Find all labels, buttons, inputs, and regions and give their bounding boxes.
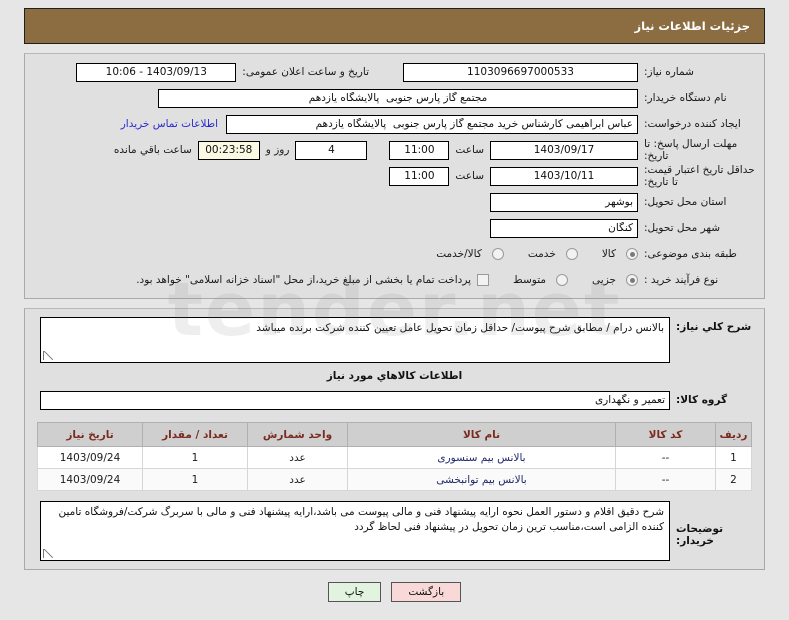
col-unit: واحد شمارش xyxy=(247,422,348,447)
row-price-validity: حداقل تاریخ اعتبار قیمت: تا تاریخ: ساعت xyxy=(33,164,756,188)
delivery-city-input[interactable] xyxy=(490,218,638,238)
radio-icon[interactable] xyxy=(626,248,638,260)
radio-purchase-jozi[interactable]: جزیی xyxy=(586,274,638,286)
countdown-label: ساعت باقي مانده xyxy=(113,144,192,156)
countdown-input[interactable] xyxy=(197,140,260,160)
buyer-notes-label: توضیحات خریدار: xyxy=(676,523,724,547)
cell-name: بالانس بیم سنسوری xyxy=(347,446,616,469)
table-header-row: ردیف کد کالا نام کالا واحد شمارش تعداد /… xyxy=(37,422,752,447)
cell-code: -- xyxy=(615,468,716,491)
response-deadline-date-input[interactable] xyxy=(490,140,638,160)
page-title-bar: جزئیات اطلاعات نیاز xyxy=(24,8,765,44)
response-deadline-time-input[interactable] xyxy=(389,140,450,160)
back-button[interactable]: بازگشت xyxy=(391,582,462,602)
buyer-notes-textarea[interactable]: شرح دقیق اقلام و دستور العمل نحوه ارایه … xyxy=(40,501,670,561)
radio-icon[interactable] xyxy=(565,248,578,260)
delivery-city-label: شهر محل تحویل: xyxy=(644,222,720,234)
radio-subject-khedmat[interactable]: خدمت xyxy=(522,248,578,260)
col-qty: تعداد / مقدار xyxy=(142,422,248,447)
table-row: 2 -- بالانس بیم توانبخشی عدد 1 1403/09/2… xyxy=(37,468,752,491)
buyer-org-label: نام دستگاه خریدار: xyxy=(644,92,727,104)
radio-icon[interactable] xyxy=(556,274,569,286)
radio-purchase-motevaset[interactable]: متوسط xyxy=(507,274,569,286)
subject-category-label: طبقه بندی موضوعی: xyxy=(644,248,737,260)
radio-icon[interactable] xyxy=(491,248,504,260)
radio-label: جزیی xyxy=(592,274,616,286)
delivery-province-input[interactable] xyxy=(490,192,638,212)
price-validity-date-input[interactable] xyxy=(490,166,638,186)
subject-category-radio-group: کالا خدمت کالا/خدمت xyxy=(412,248,638,260)
treasury-checkbox[interactable] xyxy=(477,274,490,286)
row-buyer-notes: توضیحات خریدار: شرح دقیق اقلام و دستور ا… xyxy=(33,501,756,561)
cell-unit: عدد xyxy=(247,446,348,469)
cell-index: 2 xyxy=(715,468,752,491)
goods-table-wrapper: ردیف کد کالا نام کالا واحد شمارش تعداد /… xyxy=(33,422,756,491)
price-validity-time-label: ساعت xyxy=(455,170,484,182)
radio-label: خدمت xyxy=(527,248,556,260)
row-subject-category: طبقه بندی موضوعی: کالا خدمت کالا/خدمت xyxy=(33,242,756,266)
print-button[interactable]: چاپ xyxy=(327,582,382,602)
need-number-input[interactable] xyxy=(403,62,638,82)
radio-subject-kala[interactable]: کالا xyxy=(596,248,638,260)
radio-label: کالا/خدمت xyxy=(436,248,482,260)
row-response-deadline: مهلت ارسال پاسخ: تا تاریخ: ساعت روز و سا… xyxy=(33,138,756,162)
col-index: ردیف xyxy=(715,422,752,447)
goods-table: ردیف کد کالا نام کالا واحد شمارش تعداد /… xyxy=(37,422,752,491)
page-root: tender.net جزئیات اطلاعات نیاز شماره نیا… xyxy=(0,0,789,620)
table-row: 1 -- بالانس بیم سنسوری عدد 1 1403/09/24 xyxy=(37,446,752,469)
row-purchase-type: نوع فرآیند خرید : جزیی متوسط پرداخت تمام… xyxy=(33,268,756,292)
goods-group-label: گروه کالا: xyxy=(676,394,728,406)
page-title: جزئیات اطلاعات نیاز xyxy=(634,19,750,33)
need-info-panel: شماره نیاز: تاریخ و ساعت اعلان عمومی: نا… xyxy=(24,53,765,299)
buyer-org-input[interactable] xyxy=(158,88,638,108)
cell-unit: عدد xyxy=(247,468,348,491)
row-general-need: شرح كلي نياز: بالانس درام / مطابق شرح پی… xyxy=(33,317,756,363)
cell-qty: 1 xyxy=(142,468,248,491)
purchase-type-radio-group: جزیی متوسط xyxy=(489,274,638,286)
radio-label: متوسط xyxy=(513,274,547,286)
buyer-contact-link[interactable]: اطلاعات تماس خریدار xyxy=(113,118,226,130)
goods-group-input[interactable] xyxy=(40,390,670,410)
col-code: کد کالا xyxy=(615,422,716,447)
treasury-checkbox-label: پرداخت تمام یا بخشی از مبلغ خرید،از محل … xyxy=(136,274,472,286)
general-need-label: شرح كلي نياز: xyxy=(676,321,752,333)
row-delivery-province: استان محل تحویل: xyxy=(33,190,756,214)
cell-index: 1 xyxy=(715,446,752,469)
cell-qty: 1 xyxy=(142,446,248,469)
delivery-province-label: استان محل تحویل: xyxy=(644,196,727,208)
col-name: نام کالا xyxy=(347,422,616,447)
footer-button-bar: بازگشت چاپ xyxy=(0,582,789,602)
price-validity-label: حداقل تاریخ اعتبار قیمت: تا تاریخ: xyxy=(644,164,755,188)
requester-input[interactable] xyxy=(226,114,638,134)
row-need-number: شماره نیاز: تاریخ و ساعت اعلان عمومی: xyxy=(33,60,756,84)
row-buyer-org: نام دستگاه خریدار: xyxy=(33,86,756,110)
requester-label: ایجاد کننده درخواست: xyxy=(644,118,741,130)
response-deadline-label: مهلت ارسال پاسخ: تا تاریخ: xyxy=(644,138,738,162)
purchase-type-label: نوع فرآیند خرید : xyxy=(644,274,719,286)
remaining-days-label: روز و xyxy=(265,144,290,156)
row-delivery-city: شهر محل تحویل: xyxy=(33,216,756,240)
cell-date: 1403/09/24 xyxy=(37,446,143,469)
cell-date: 1403/09/24 xyxy=(37,468,143,491)
remaining-days-input[interactable] xyxy=(295,140,368,160)
price-validity-time-input[interactable] xyxy=(389,166,450,186)
col-date: تاریخ نیاز xyxy=(37,422,143,447)
goods-section-heading: اطلاعات کالاهاي مورد نیاز xyxy=(326,370,463,382)
need-number-label: شماره نیاز: xyxy=(644,66,694,78)
cell-code: -- xyxy=(615,446,716,469)
response-deadline-time-label: ساعت xyxy=(455,144,484,156)
general-need-panel: شرح كلي نياز: بالانس درام / مطابق شرح پی… xyxy=(24,308,765,570)
radio-label: کالا xyxy=(601,248,616,260)
row-goods-group: گروه کالا: xyxy=(33,388,756,412)
general-need-textarea[interactable]: بالانس درام / مطابق شرح پیوست/ حداقل زما… xyxy=(40,317,670,363)
row-requester: ایجاد کننده درخواست: اطلاعات تماس خریدار xyxy=(33,112,756,136)
announce-datetime-input[interactable] xyxy=(76,62,237,82)
cell-name: بالانس بیم توانبخشی xyxy=(347,468,616,491)
announce-datetime-label: تاریخ و ساعت اعلان عمومی: xyxy=(242,66,369,78)
radio-icon[interactable] xyxy=(626,274,638,286)
radio-subject-kala-khedmat[interactable]: کالا/خدمت xyxy=(430,248,504,260)
